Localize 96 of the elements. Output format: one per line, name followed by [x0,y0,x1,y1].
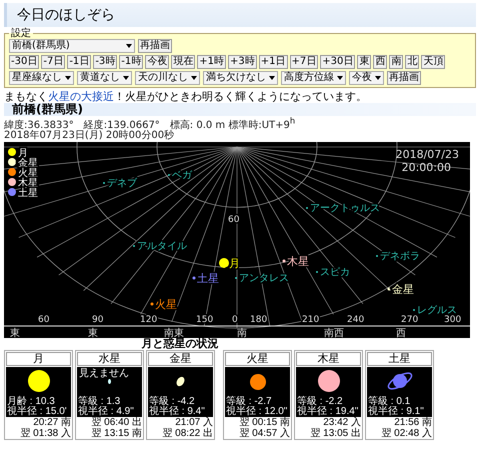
star-label: アンタレス [239,273,289,284]
time-step-button[interactable]: +7日 [290,55,318,69]
azimuth-label: 270 [401,315,418,326]
time-step-button[interactable]: -1時 [119,55,144,69]
time-step-button[interactable]: 南 [389,55,404,69]
display-option-dropdown[interactable]: 満ち欠けなし [203,71,278,85]
caret-icon [337,76,343,80]
mars-approach-link[interactable]: 火星の大接近 [48,90,114,103]
time-step-button[interactable]: +1日 [258,55,288,69]
direction-label: 南東 [164,328,184,338]
status-title: 月と惑星の状況 [140,338,220,350]
planet-label: 木星 [287,255,309,268]
time-step-button[interactable]: -30日 [9,55,40,69]
card-heading: 木星 [296,352,361,366]
time-step-button[interactable]: 西 [373,55,388,69]
rise-set-time: 20:27 南 [32,417,72,428]
azimuth-label: 180 [250,315,268,326]
redraw-button[interactable]: 再描画 [138,39,172,53]
card-heading: 火星 [225,352,290,366]
time-step-button[interactable]: +1時 [197,55,226,69]
azimuth-label: 240 [347,315,364,326]
display-option-dropdown[interactable]: 星座線なし [9,71,74,85]
time-step-button[interactable]: -1日 [67,55,92,69]
card-heading: 土星 [367,352,432,366]
visibility-note: 見えません [79,368,129,380]
caret-icon [126,44,132,48]
page-title: 今日のほしぞら [4,3,476,27]
azimuth-label: 90 [92,315,104,326]
direction-label: 西 [396,328,406,338]
location-dropdown[interactable]: 前橋(群馬県) [9,39,135,53]
legend-label: 月 [18,148,28,160]
display-option-dropdown[interactable]: 天の川なし [135,71,200,85]
planet-label: 月 [229,257,240,270]
location-heading: 前橋(群馬県) [4,103,476,116]
time-step-button[interactable]: +3時 [228,55,257,69]
caret-icon [123,76,129,80]
legend-label: 火星 [18,168,38,180]
rise-set-time: 翌 13:15 南 [90,428,143,440]
rise-set-time: 翌 06:40 出 [90,417,143,428]
datetime-text: 2018年07月23日(月) 20時00分00秒 [4,131,176,142]
caret-icon [191,76,197,80]
azimuth-label: 210 [302,315,320,326]
caret-icon [375,76,381,80]
time-step-button[interactable]: -3時 [93,55,118,69]
azimuth-label: 300 [444,315,462,326]
azimuth-label: 120 [140,315,158,326]
azimuth-label: 60 [38,315,50,326]
direction-label: 南 [237,328,247,338]
planet-label: 火星 [155,298,177,312]
display-option-dropdown[interactable]: 今夜 [349,71,384,85]
rise-set-time: 翌 04:57 入 [238,428,291,440]
planet-stat: 視半径 : 15.0' [7,407,67,418]
star-label: レグルス [417,305,457,316]
altitude-label: 60 [228,215,240,226]
planet-label: 金星 [392,283,414,296]
settings-legend: 設定 [9,28,33,39]
rise-set-time: 21:56 南 [393,417,433,428]
caret-icon [65,76,71,80]
rise-set-time: 翌 00:15 南 [238,417,291,428]
rise-set-time: 23:42 入 [322,417,362,428]
star-label: デネボラ [380,251,420,262]
card-heading: 月 [6,352,71,366]
time-step-button[interactable]: 現在 [171,55,196,69]
azimuth-label: 150 [196,315,214,326]
caret-icon [269,76,275,80]
display-option-dropdown[interactable]: 黄道なし [77,71,132,85]
rise-set-time: 翌 13:05 出 [309,428,362,440]
planet-stat: 視半径 : 19.4" [297,407,358,418]
legend-label: 土星 [18,188,38,200]
map-date: 2018/07/23 [396,148,459,162]
time-step-button[interactable]: 東 [357,55,372,69]
planet-stat: 視半径 : 9.1" [368,407,424,418]
rise-set-time: 翌 08:22 出 [161,428,214,440]
map-time: 20:00:00 [402,161,451,174]
time-step-button[interactable]: 今夜 [145,55,170,69]
redraw-button[interactable]: 再描画 [387,71,421,85]
display-option-dropdown[interactable]: 高度方位線 [281,71,346,85]
direction-label: 南西 [324,328,344,338]
direction-label: 東 [10,328,20,338]
card-heading: 金星 [148,352,213,366]
direction-label: 東 [88,328,98,338]
time-step-button[interactable]: 天頂 [421,55,446,69]
time-step-button[interactable]: -7日 [41,55,66,69]
azimuth-label: 0 [232,315,238,326]
planet-label: 土星 [197,272,219,286]
star-label: スピカ [320,267,350,278]
time-step-button[interactable]: 北 [405,55,420,69]
rise-set-time: 翌 02:48 入 [380,428,433,440]
rise-set-time: 21:07 入 [174,417,214,428]
rise-set-time: 翌 01:38 入 [19,428,72,440]
planet-stat: 視半径 : 9.4" [149,407,205,418]
planet-stat: 視半径 : 12.0" [226,407,288,418]
card-heading: 水星 [77,352,142,366]
notice-text: まもなく 火星の大接近！火星がひときわ明るく輝くようになっています。 [4,90,368,103]
planet-stat: 視半径 : 4.9" [78,407,134,418]
time-step-button[interactable]: +30日 [320,55,356,69]
